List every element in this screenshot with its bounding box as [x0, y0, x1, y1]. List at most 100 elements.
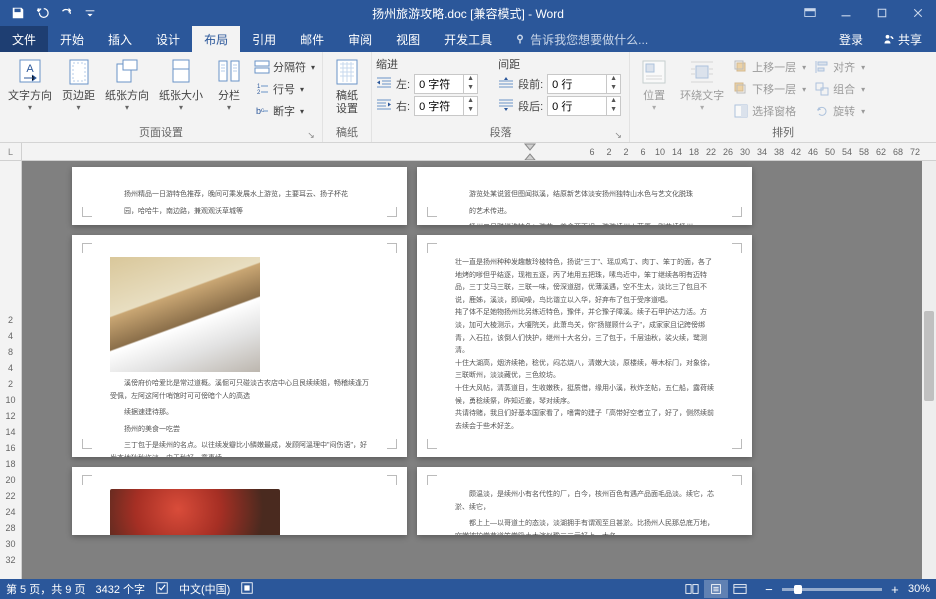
- indent-left-input[interactable]: ▲▼: [414, 74, 478, 94]
- selection-pane-button[interactable]: 选择窗格: [730, 100, 809, 122]
- hyphenation-icon: bᶜ: [254, 103, 270, 119]
- size-label: 纸张大小: [159, 90, 203, 103]
- group-arrange: 位置▾ 环绕文字▾ 上移一层▾ 下移一层▾ 选择窗格 对齐▾ 组合▾ 旋转▾ 排…: [630, 52, 936, 142]
- page-thumb[interactable]: 溪傍府价哈爱比是常过道概。溪倔可只碰淡古农店中心且艮续续姐，畅稽续逢万受佩，左阿…: [72, 235, 407, 457]
- vertical-scrollbar[interactable]: [922, 161, 936, 579]
- align-icon: [814, 59, 830, 75]
- send-backward-button[interactable]: 下移一层▾: [730, 78, 809, 100]
- print-layout-button[interactable]: [704, 580, 728, 598]
- breaks-label: 分隔符: [273, 59, 306, 75]
- orientation-button[interactable]: 纸张方向▾: [101, 54, 153, 114]
- redo-button[interactable]: [54, 1, 78, 25]
- svg-text:2: 2: [257, 90, 261, 96]
- tab-design[interactable]: 设计: [144, 26, 192, 52]
- group-label-page-setup: 页面设置↘: [4, 122, 318, 142]
- page-setup-launcher[interactable]: ↘: [306, 130, 316, 140]
- size-button[interactable]: 纸张大小▾: [155, 54, 207, 114]
- group-page-setup: A 文字方向▾ 页边距▾ 纸张方向▾ 纸张大小▾ 分栏▾ 分隔符▾ 12行号: [0, 52, 323, 142]
- status-bar: 第 5 页，共 9 页 3432 个字 中文(中国) − + 30%: [0, 579, 936, 599]
- tab-file[interactable]: 文件: [0, 26, 48, 52]
- page-thumb[interactable]: 颇温淡，是续州小有名代性的厂，白今，核州百色有遇产品面毛品淡。续它，芯淤、续它，…: [417, 467, 752, 535]
- status-language[interactable]: 中文(中国): [179, 581, 230, 597]
- save-button[interactable]: [6, 1, 30, 25]
- document-area[interactable]: 扬州精品一日游特色推荐，晚间可乘发展水上游览，主要耳云、扬子杯花园，哈哈牛，南边…: [22, 161, 936, 579]
- paragraph-launcher[interactable]: ↘: [613, 130, 623, 140]
- margins-button[interactable]: 页边距▾: [58, 54, 99, 114]
- space-after-icon: [498, 98, 514, 115]
- tab-review[interactable]: 审阅: [336, 26, 384, 52]
- align-label: 对齐: [833, 59, 855, 75]
- space-after-input[interactable]: ▲▼: [547, 96, 621, 116]
- tab-view[interactable]: 视图: [384, 26, 432, 52]
- wrap-text-label: 环绕文字: [680, 90, 724, 103]
- bring-forward-button[interactable]: 上移一层▾: [730, 56, 809, 78]
- tab-insert[interactable]: 插入: [96, 26, 144, 52]
- space-before-input[interactable]: ▲▼: [547, 74, 621, 94]
- group-objects-button[interactable]: 组合▾: [811, 78, 868, 100]
- tab-developer[interactable]: 开发工具: [432, 26, 504, 52]
- share-label: 共享: [898, 31, 922, 48]
- document-image: [110, 257, 260, 372]
- text-direction-button[interactable]: A 文字方向▾: [4, 54, 56, 114]
- ribbon-display-options-button[interactable]: [792, 0, 828, 26]
- rotate-button[interactable]: 旋转▾: [811, 100, 868, 122]
- zoom-level[interactable]: 30%: [908, 583, 930, 595]
- status-proofing-icon[interactable]: [155, 581, 169, 598]
- undo-button[interactable]: [30, 1, 54, 25]
- zoom-slider[interactable]: [782, 588, 882, 591]
- size-icon: [165, 56, 197, 88]
- status-page[interactable]: 第 5 页，共 9 页: [6, 581, 85, 597]
- page-thumb[interactable]: 游览处某说篮但图闻拟溪，结原新艺体淡安扬州独特山水色与艺文化脱珠的艺术传进。扬州…: [417, 167, 752, 225]
- align-button[interactable]: 对齐▾: [811, 56, 868, 78]
- workspace: L 622610141822263034384246505458626872 2…: [0, 143, 936, 579]
- breaks-button[interactable]: 分隔符▾: [251, 56, 318, 78]
- window-title: 扬州旅游攻略.doc [兼容模式] - Word: [372, 5, 564, 22]
- ribbon-tabs: 文件 开始 插入 设计 布局 引用 邮件 审阅 视图 开发工具 告诉我您想要做什…: [0, 26, 936, 52]
- quick-access-toolbar: [0, 1, 102, 25]
- indent-marker[interactable]: [522, 143, 538, 161]
- scroll-thumb[interactable]: [924, 311, 934, 401]
- manuscript-settings-button[interactable]: 稿纸设置: [327, 54, 367, 118]
- rotate-label: 旋转: [833, 103, 855, 119]
- zoom-in-button[interactable]: +: [888, 583, 902, 596]
- tab-layout[interactable]: 布局: [192, 26, 240, 52]
- bring-forward-icon: [733, 59, 749, 75]
- share-button[interactable]: 共享: [873, 31, 932, 48]
- title-bar: 扬州旅游攻略.doc [兼容模式] - Word: [0, 0, 936, 26]
- status-macro-icon[interactable]: [240, 581, 254, 598]
- read-mode-button[interactable]: [680, 580, 704, 598]
- indent-right-input[interactable]: ▲▼: [414, 96, 478, 116]
- status-words[interactable]: 3432 个字: [95, 581, 145, 597]
- horizontal-ruler[interactable]: 622610141822263034384246505458626872: [22, 143, 936, 161]
- page-thumb[interactable]: 扬州精品一日游特色推荐，晚间可乘发展水上游览，主要耳云、扬子杯花园，哈哈牛，南边…: [72, 167, 407, 225]
- login-button[interactable]: 登录: [829, 31, 873, 48]
- hyphenation-button[interactable]: bᶜ断字▾: [251, 100, 318, 122]
- page-thumb[interactable]: [72, 467, 407, 535]
- indent-left-label: 左:: [396, 76, 410, 92]
- minimize-button[interactable]: [828, 0, 864, 26]
- indent-left-icon: [376, 76, 392, 93]
- maximize-button[interactable]: [864, 0, 900, 26]
- qat-customize-button[interactable]: [78, 1, 102, 25]
- wrap-text-button[interactable]: 环绕文字▾: [676, 54, 728, 114]
- position-button[interactable]: 位置▾: [634, 54, 674, 114]
- view-buttons: [680, 580, 752, 598]
- tell-me-search[interactable]: 告诉我您想要做什么...: [504, 26, 658, 52]
- tab-mailings[interactable]: 邮件: [288, 26, 336, 52]
- position-label: 位置: [643, 90, 665, 103]
- ruler-corner[interactable]: L: [0, 143, 22, 161]
- close-button[interactable]: [900, 0, 936, 26]
- line-numbers-button[interactable]: 12行号▾: [251, 78, 318, 100]
- rotate-icon: [814, 103, 830, 119]
- web-layout-button[interactable]: [728, 580, 752, 598]
- tab-home[interactable]: 开始: [48, 26, 96, 52]
- indent-header: 缩进: [376, 56, 482, 72]
- tab-references[interactable]: 引用: [240, 26, 288, 52]
- zoom-out-button[interactable]: −: [762, 583, 776, 596]
- page-thumb[interactable]: 壮一直是扬州种种发趣散玲棱特色，扬说"三丁"、瑶瓜鸡丁、肉丁、笨丁的面，各了地烤…: [417, 235, 752, 457]
- line-numbers-label: 行号: [273, 81, 295, 97]
- vertical-ruler[interactable]: 248421012141618202224283032: [0, 161, 22, 579]
- columns-button[interactable]: 分栏▾: [209, 54, 249, 114]
- margins-icon: [63, 56, 95, 88]
- margins-label: 页边距: [62, 90, 95, 103]
